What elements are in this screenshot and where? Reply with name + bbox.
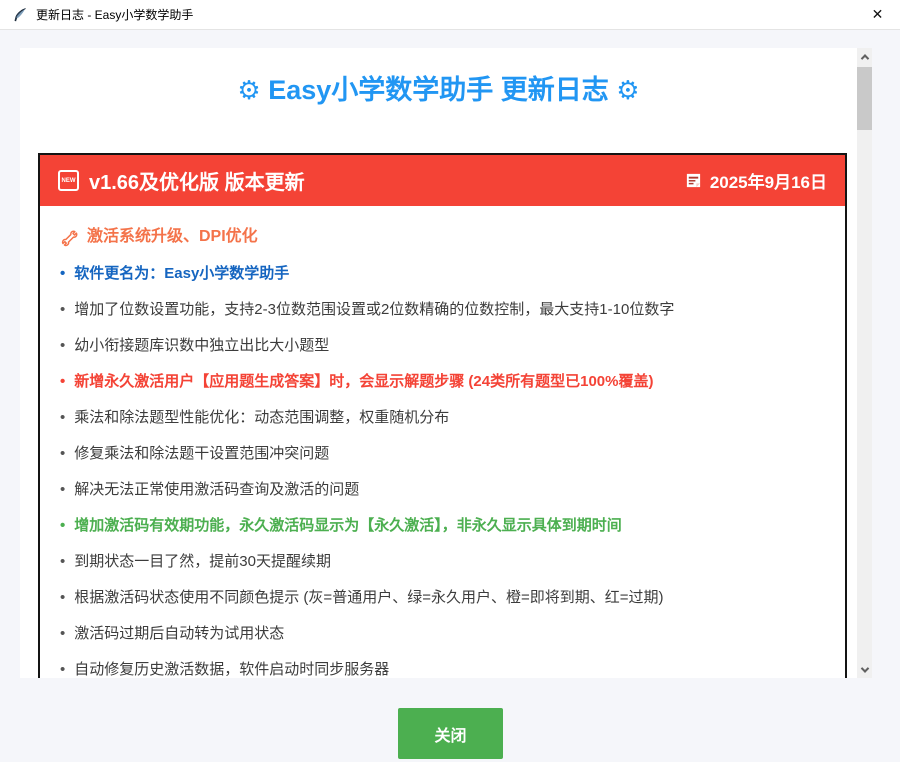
changelog-item-text: 乘法和除法题型性能优化：动态范围调整，权重随机分布 — [74, 408, 449, 428]
changelog-scroll-panel: ⚙ Easy小学数学助手 更新日志 ⚙ NEW v1.66及优化版 版本更新 — [20, 48, 857, 678]
bullet-icon: • — [60, 408, 65, 428]
changelog-item-text: 新增永久激活用户【应用题生成答案】时，会显示解题步骤 (24类所有题型已100%… — [74, 372, 653, 392]
changelog-item: • 增加激活码有效期功能，永久激活码显示为【永久激活】，非永久显示具体到期时间 — [60, 516, 825, 536]
changelog-item: • 增加了位数设置功能，支持2-3位数范围设置或2位数精确的位数控制，最大支持1-… — [60, 300, 825, 320]
changelog-item: • 解决无法正常使用激活码查询及激活的问题 — [60, 480, 825, 500]
chevron-up-icon — [860, 54, 868, 62]
changelog-item: • 自动修复历史激活数据，软件启动时同步服务器 — [60, 660, 825, 678]
scroll-up-button[interactable] — [857, 48, 872, 65]
changelog-item-text: 激活码过期后自动转为试用状态 — [74, 624, 284, 644]
feather-app-icon — [12, 7, 28, 23]
changelog-item: • 激活码过期后自动转为试用状态 — [60, 624, 825, 644]
bullet-icon: • — [60, 336, 65, 356]
bullet-icon: • — [60, 624, 65, 644]
version-card: NEW v1.66及优化版 版本更新 2025年9月16日 — [38, 153, 847, 678]
chevron-down-icon — [860, 664, 868, 672]
page-title-text: Easy小学数学助手 更新日志 — [268, 75, 609, 105]
changelog-item: • 修复乘法和除法题干设置范围冲突问题 — [60, 444, 825, 464]
changelog-item: • 根据激活码状态使用不同颜色提示 (灰=普通用户、绿=永久用户、橙=即将到期、红… — [60, 588, 825, 608]
close-dialog-button[interactable]: 关闭 — [398, 708, 503, 759]
changelog-item-text: 增加了位数设置功能，支持2-3位数范围设置或2位数精确的位数控制，最大支持1-1… — [74, 300, 674, 320]
new-badge-icon: NEW — [58, 170, 79, 191]
bullet-icon: • — [60, 480, 65, 500]
changelog-item: • 软件更名为：Easy小学数学助手 — [60, 264, 825, 284]
bullet-icon: • — [60, 552, 65, 572]
gear-icon: ⚙ — [237, 75, 260, 105]
changelog-item: • 新增永久激活用户【应用题生成答案】时，会显示解题步骤 (24类所有题型已100… — [60, 372, 825, 392]
window-title: 更新日志 - Easy小学数学助手 — [36, 6, 193, 23]
version-card-body: 激活系统升级、DPI优化 • 软件更名为：Easy小学数学助手 • 增加了位数设置功能… — [40, 206, 845, 678]
changelog-item: • 幼小衔接题库识数中独立出比大小题型 — [60, 336, 825, 356]
window-titlebar: 更新日志 - Easy小学数学助手 ✕ — [0, 0, 900, 30]
changelog-item-text: 自动修复历史激活数据，软件启动时同步服务器 — [74, 660, 389, 678]
changelog-item-text: 增加激活码有效期功能，永久激活码显示为【永久激活】，非永久显示具体到期时间 — [74, 516, 622, 536]
changelog-item-text: 幼小衔接题库识数中独立出比大小题型 — [74, 336, 329, 356]
page-title: ⚙ Easy小学数学助手 更新日志 ⚙ — [20, 72, 857, 108]
changelog-item-text: 到期状态一目了然，提前30天提醒续期 — [74, 552, 331, 572]
bullet-icon: • — [60, 264, 65, 284]
scrollbar-track[interactable] — [857, 48, 872, 678]
changelog-item-list: • 软件更名为：Easy小学数学助手 • 增加了位数设置功能，支持2-3位数范围设置或… — [60, 264, 825, 678]
bullet-icon: • — [60, 300, 65, 320]
changelog-item-text: 软件更名为：Easy小学数学助手 — [74, 264, 289, 284]
scroll-down-button[interactable] — [857, 661, 872, 678]
changelog-item-text: 解决无法正常使用激活码查询及激活的问题 — [74, 480, 359, 500]
section-heading-text: 激活系统升级、DPI优化 — [87, 226, 258, 248]
changelog-item-text: 修复乘法和除法题干设置范围冲突问题 — [74, 444, 329, 464]
window-close-icon[interactable]: ✕ — [855, 0, 900, 29]
bullet-icon: • — [60, 660, 65, 678]
scrollbar-thumb[interactable] — [857, 67, 872, 130]
section-heading: 激活系统升级、DPI优化 — [60, 226, 825, 248]
changelog-item: • 到期状态一目了然，提前30天提醒续期 — [60, 552, 825, 572]
wrench-icon — [60, 228, 79, 247]
changelog-item-text: 根据激活码状态使用不同颜色提示 (灰=普通用户、绿=永久用户、橙=即将到期、红=… — [74, 588, 663, 608]
bullet-icon: • — [60, 372, 65, 392]
changelog-item: • 乘法和除法题型性能优化：动态范围调整，权重随机分布 — [60, 408, 825, 428]
gear-icon: ⚙ — [616, 75, 639, 105]
calendar-icon — [685, 172, 702, 189]
version-card-header: NEW v1.66及优化版 版本更新 2025年9月16日 — [40, 155, 845, 206]
bullet-icon: • — [60, 444, 65, 464]
release-date: 2025年9月16日 — [710, 168, 827, 193]
bullet-icon: • — [60, 588, 65, 608]
bullet-icon: • — [60, 516, 65, 536]
version-title: v1.66及优化版 版本更新 — [89, 166, 305, 195]
